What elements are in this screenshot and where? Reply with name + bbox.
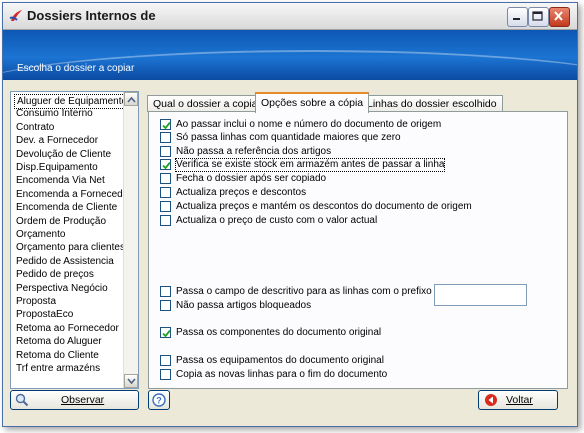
- tab-label: Opções sobre a cópia: [261, 97, 364, 109]
- banner-subtitle: Escolha o dossier a copiar: [17, 63, 135, 74]
- header-banner: Escolha o dossier a copiar: [3, 30, 577, 80]
- list-item[interactable]: Contrato: [14, 121, 56, 134]
- list-item[interactable]: Encomenda a Fornecedor: [14, 188, 134, 201]
- list-item[interactable]: Consumo Interno: [14, 107, 95, 120]
- close-button[interactable]: [549, 7, 570, 27]
- checkmark-icon: [162, 121, 171, 130]
- list-item[interactable]: Orçamento para clientes: [14, 241, 127, 254]
- checkbox-unchecked[interactable]: [160, 132, 171, 143]
- list-item[interactable]: PropostaEco: [14, 308, 75, 321]
- list-item[interactable]: Encomenda de Cliente: [14, 201, 119, 214]
- tab-label: Qual o dossier a copiar: [153, 98, 261, 110]
- list-item[interactable]: Pedido de Assistencia: [14, 255, 116, 268]
- scroll-up-button[interactable]: [124, 92, 138, 106]
- option-label: Só passa linhas com quantidade maiores q…: [176, 132, 401, 143]
- help-button[interactable]: ?: [148, 390, 170, 410]
- checkbox-unchecked[interactable]: [160, 369, 171, 380]
- tab-label: Linhas do dossier escolhido: [367, 98, 497, 110]
- list-item[interactable]: Trf entre armazéns: [14, 362, 102, 375]
- close-icon: [554, 11, 563, 21]
- list-item[interactable]: Disp.Equipamento: [14, 161, 100, 174]
- list-item[interactable]: Retoma do Cliente: [14, 349, 101, 362]
- back-button[interactable]: Voltar: [478, 390, 558, 410]
- option-label: Passa o campo de descritivo para as linh…: [176, 286, 432, 297]
- list-item[interactable]: Devolução de Cliente: [14, 148, 113, 161]
- checkbox-unchecked[interactable]: [160, 201, 171, 212]
- option-label: Não passa artigos bloqueados: [176, 300, 312, 311]
- observe-button-label: Observar: [61, 394, 105, 406]
- window-title: Dossiers Internos de: [27, 8, 156, 23]
- dossier-type-list[interactable]: Aluguer de Equipamentos Consumo Interno Co…: [10, 91, 139, 389]
- chevron-up-icon: [127, 96, 136, 103]
- scroll-down-button[interactable]: [124, 374, 138, 388]
- list-scrollbar[interactable]: [123, 92, 138, 388]
- tab-dossier-lines[interactable]: Linhas do dossier escolhido: [361, 95, 503, 112]
- option-label: Copia as novas linhas para o fim do docu…: [176, 369, 388, 380]
- list-item[interactable]: Encomenda Via Net: [14, 174, 107, 187]
- option-label: Passa os equipamentos do documento origi…: [176, 355, 384, 366]
- checkbox-checked[interactable]: [160, 327, 171, 338]
- chevron-down-icon: [127, 378, 136, 385]
- observe-button[interactable]: Observar: [10, 390, 139, 410]
- list-item[interactable]: Retoma ao Fornecedor: [14, 322, 121, 335]
- list-item[interactable]: Retoma do Aluguer: [14, 335, 104, 348]
- checkbox-unchecked[interactable]: [160, 300, 171, 311]
- title-bar[interactable]: Dossiers Internos de: [3, 3, 577, 30]
- option-label: Actualiza preços e mantém os descontos d…: [176, 201, 472, 212]
- app-logo-icon: [9, 10, 22, 21]
- option-label: Verifica se existe stock em armazém ante…: [174, 158, 446, 172]
- checkbox-unchecked[interactable]: [160, 187, 171, 198]
- option-label: Passa os componentes do documento origin…: [176, 327, 382, 338]
- minimize-button[interactable]: [507, 7, 528, 27]
- checkbox-unchecked[interactable]: [160, 215, 171, 226]
- list-item[interactable]: Orçamento: [14, 228, 67, 241]
- list-item[interactable]: Proposta: [14, 295, 58, 308]
- option-label: Ao passar inclui o nome e número do docu…: [176, 119, 442, 130]
- tab-copy-options[interactable]: Opções sobre a cópia: [255, 92, 370, 113]
- checkbox-unchecked[interactable]: [160, 355, 171, 366]
- svg-text:?: ?: [156, 396, 162, 406]
- maximize-button[interactable]: [528, 7, 549, 27]
- option-label: Fecha o dossier após ser copiado: [176, 173, 327, 184]
- list-item[interactable]: Pedido de preços: [14, 268, 96, 281]
- copy-options-panel: Ao passar inclui o nome e número do docu…: [148, 111, 568, 389]
- checkmark-icon: [162, 161, 171, 170]
- checkmark-icon: [162, 329, 171, 338]
- maximize-icon: [532, 11, 543, 21]
- description-prefix-input[interactable]: [434, 284, 527, 306]
- checkbox-unchecked[interactable]: [160, 286, 171, 297]
- help-icon: ?: [152, 393, 166, 407]
- option-label: Não passa a referência dos artigos: [176, 146, 332, 157]
- magnifier-icon: [15, 393, 29, 407]
- checkbox-unchecked[interactable]: [160, 146, 171, 157]
- option-label: Actualiza preços e descontos: [176, 187, 307, 198]
- back-button-label: Voltar: [506, 394, 533, 406]
- list-item[interactable]: Dev. a Fornecedor: [14, 134, 100, 147]
- tab-dossier-to-copy[interactable]: Qual o dossier a copiar: [147, 95, 267, 112]
- dialog-window: Dossiers Internos de Escolha o dossier a…: [2, 2, 578, 427]
- option-label: Actualiza o preço de custo com o valor a…: [176, 215, 378, 226]
- checkbox-checked[interactable]: [160, 159, 171, 170]
- minimize-icon: [513, 18, 520, 20]
- checkbox-checked[interactable]: [160, 119, 171, 130]
- list-item[interactable]: Ordem de Produção: [14, 215, 108, 228]
- back-icon: [485, 394, 497, 406]
- checkbox-unchecked[interactable]: [160, 173, 171, 184]
- list-item[interactable]: Perspectiva Negócio: [14, 282, 110, 295]
